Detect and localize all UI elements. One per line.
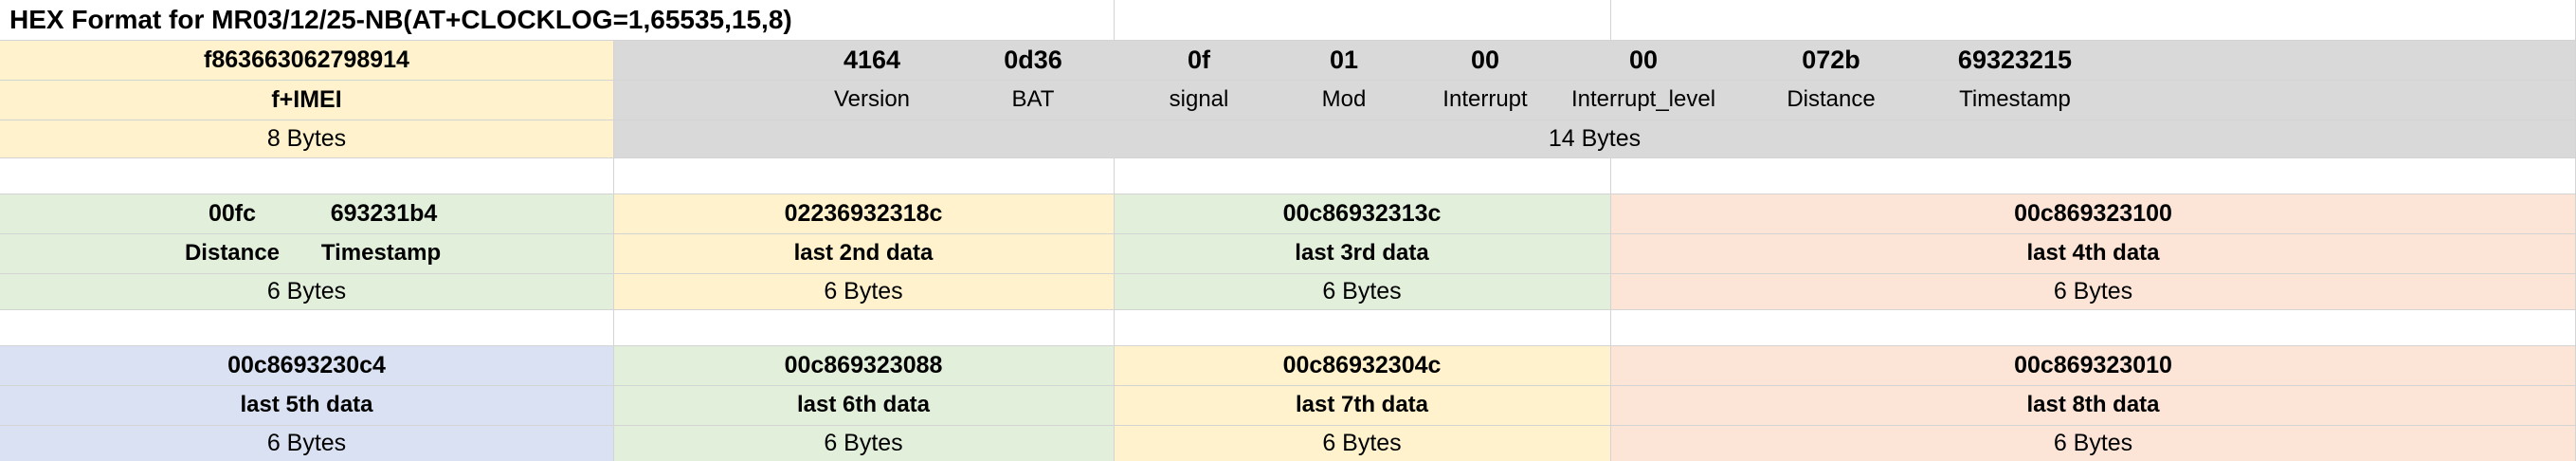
interrupt-level-label: Interrupt_level (1570, 86, 1716, 112)
interrupt-level-value: 00 (1628, 45, 1659, 74)
last-2nd-value[interactable]: 02236932318c (613, 194, 1114, 233)
bat-value: 0d36 (1004, 45, 1062, 74)
last-6th-value[interactable]: 00c869323088 (613, 345, 1114, 385)
mod-label: Mod (1321, 86, 1367, 112)
last-8th-bytes[interactable]: 6 Bytes (1610, 425, 2576, 461)
gridline (0, 80, 2576, 81)
last-2nd-label[interactable]: last 2nd data (613, 233, 1114, 273)
gridline (1114, 157, 1115, 461)
bat-label: BAT (1011, 86, 1055, 112)
fields-bytes-cell[interactable]: 14 Bytes (613, 120, 2576, 157)
last-4th-value[interactable]: 00c869323100 (1610, 194, 2576, 233)
gridline (0, 157, 2576, 158)
spreadsheet-sheet: HEX Format for MR03/12/25-NB(AT+CLOCKLOG… (0, 0, 2576, 461)
row2-distance-label: Distance (184, 240, 281, 266)
version-label: Version (833, 86, 911, 112)
gridline (613, 40, 614, 157)
gridline (613, 157, 614, 461)
signal-label: signal (1169, 86, 1229, 112)
row2-first-bytes: 6 Bytes (266, 277, 347, 304)
timestamp-label: Timestamp (1959, 86, 2071, 112)
gridline (0, 309, 2576, 310)
distance-value: 072b (1802, 45, 1860, 74)
last-7th-label[interactable]: last 7th data (1114, 385, 1610, 425)
last-2nd-bytes[interactable]: 6 Bytes (613, 273, 1114, 309)
distance-label: Distance (1787, 86, 1876, 112)
last-5th-value[interactable]: 00c8693230c4 (0, 345, 613, 385)
last-4th-label[interactable]: last 4th data (1610, 233, 2576, 273)
imei-bytes-cell[interactable]: 8 Bytes (0, 120, 613, 157)
timestamp-value: 69323215 (1957, 45, 2073, 74)
last-7th-value[interactable]: 00c86932304c (1114, 345, 1610, 385)
last-5th-label[interactable]: last 5th data (0, 385, 613, 425)
version-value: 4164 (843, 45, 901, 74)
last-6th-bytes[interactable]: 6 Bytes (613, 425, 1114, 461)
row2-timestamp-value: 693231b4 (330, 199, 438, 227)
last-4th-bytes[interactable]: 6 Bytes (1610, 273, 2576, 309)
mod-value: 01 (1329, 45, 1359, 74)
imei-value-cell[interactable]: f863663062798914 (0, 40, 613, 80)
row2-distance-value: 00fc (208, 199, 257, 227)
last-7th-bytes[interactable]: 6 Bytes (1114, 425, 1610, 461)
gridline (0, 40, 2576, 41)
imei-label-cell[interactable]: f+IMEI (0, 80, 613, 120)
gridline (0, 345, 2576, 346)
gridline (1610, 0, 1611, 40)
gridline (0, 425, 2576, 426)
last-6th-label[interactable]: last 6th data (613, 385, 1114, 425)
gridline (1114, 0, 1115, 40)
gridline (0, 233, 2576, 234)
interrupt-value: 00 (1470, 45, 1500, 74)
last-5th-bytes[interactable]: 6 Bytes (0, 425, 613, 461)
blank-row-2[interactable] (0, 309, 2576, 345)
row2-timestamp-label: Timestamp (320, 240, 442, 266)
interrupt-label: Interrupt (1442, 86, 1528, 112)
last-3rd-value[interactable]: 00c86932313c (1114, 194, 1610, 233)
last-8th-value[interactable]: 00c869323010 (1610, 345, 2576, 385)
blank-row[interactable] (0, 157, 2576, 194)
signal-value: 0f (1187, 45, 1210, 74)
last-3rd-label[interactable]: last 3rd data (1114, 233, 1610, 273)
gridline (1610, 157, 1611, 461)
gridline (0, 273, 2576, 274)
page-title: HEX Format for MR03/12/25-NB(AT+CLOCKLOG… (9, 5, 792, 34)
last-8th-label[interactable]: last 8th data (1610, 385, 2576, 425)
last-3rd-bytes[interactable]: 6 Bytes (1114, 273, 1610, 309)
gridline (0, 385, 2576, 386)
